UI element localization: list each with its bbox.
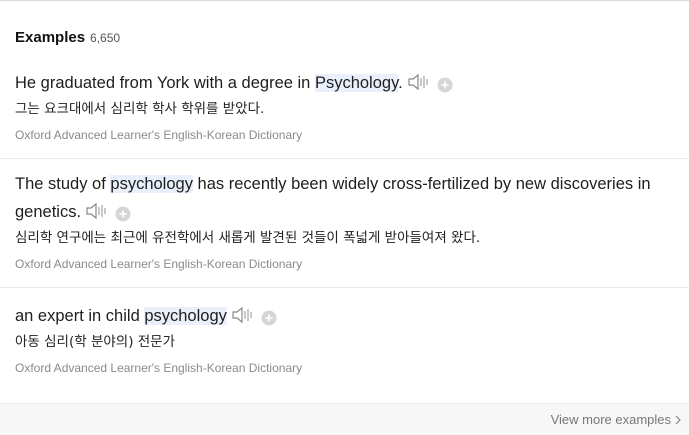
- example-translation: 아동 심리(학 분야의) 전문가: [15, 334, 176, 350]
- example-source: Oxford Advanced Learner's English-Korean…: [15, 257, 303, 271]
- keyword-highlight[interactable]: psychology: [144, 307, 227, 325]
- example-translation: 심리학 연구에는 최근에 유전학에서 새롭게 발견된 것들이 폭넓게 받아들여져…: [15, 230, 481, 246]
- view-more-examples-link[interactable]: View more examples: [551, 412, 681, 427]
- speaker-icon[interactable]: [407, 72, 431, 92]
- example-item: He graduated from York with a degree in …: [15, 69, 680, 142]
- example-divider: [0, 287, 689, 288]
- example-source: Oxford Advanced Learner's English-Korean…: [15, 361, 303, 375]
- example-item: The study of psychology has recently bee…: [15, 170, 680, 271]
- footer-bar: View more examples: [0, 403, 689, 435]
- add-to-wordbook-icon[interactable]: [437, 74, 453, 93]
- keyword-highlight[interactable]: Psychology: [314, 74, 399, 92]
- example-sentence: an expert in child psychology: [15, 302, 680, 330]
- section-title: Examples: [15, 29, 86, 46]
- keyword-highlight[interactable]: psychology: [110, 175, 193, 193]
- add-to-wordbook-icon[interactable]: [261, 307, 277, 326]
- top-divider: [0, 0, 689, 1]
- speaker-icon[interactable]: [231, 305, 255, 325]
- example-count: 6,650: [90, 31, 121, 45]
- example-divider: [0, 158, 689, 159]
- view-more-label: View more examples: [550, 412, 671, 427]
- speaker-icon[interactable]: [85, 201, 109, 221]
- example-sentence: The study of psychology has recently bee…: [15, 175, 651, 222]
- example-sentence: He graduated from York with a degree in …: [15, 69, 680, 97]
- example-translation: 그는 요크대에서 심리학 학사 학위를 받았다.: [15, 101, 265, 117]
- section-header: Examples 6,650: [15, 29, 120, 46]
- add-to-wordbook-icon[interactable]: [115, 203, 131, 222]
- chevron-right-icon: [675, 415, 681, 424]
- example-item: an expert in child psychology 아동 심리(학 분야…: [15, 302, 680, 375]
- example-source: Oxford Advanced Learner's English-Korean…: [15, 128, 303, 142]
